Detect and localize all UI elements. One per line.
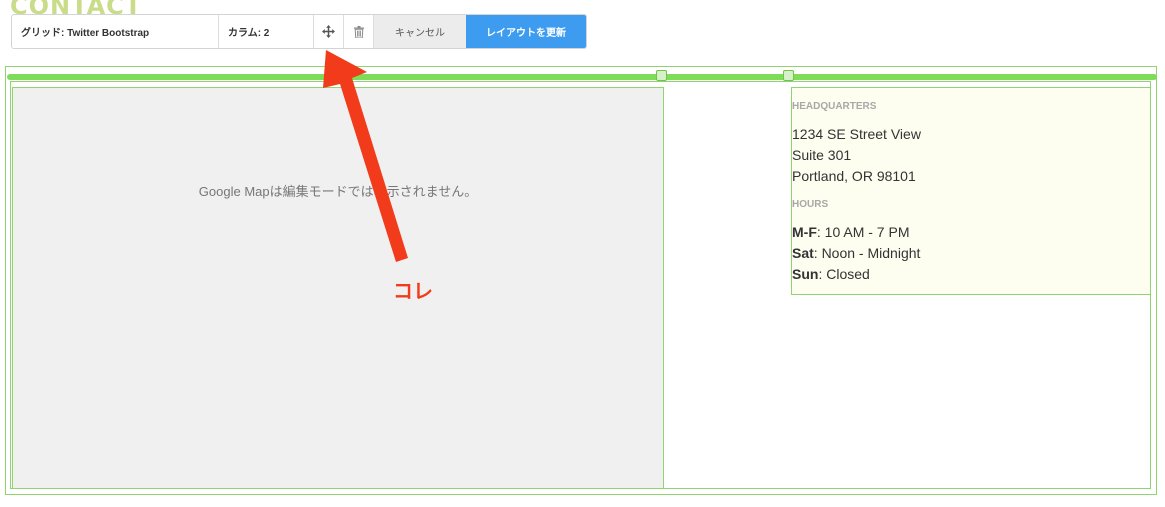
- cancel-button[interactable]: キャンセル: [374, 15, 466, 48]
- column-resize-handle[interactable]: [656, 70, 667, 81]
- row-resize-bar[interactable]: [7, 74, 1157, 80]
- hours-line: M-F: 10 AM - 7 PM: [792, 224, 909, 240]
- contact-info-column[interactable]: HEADQUARTERS 1234 SE Street View Suite 3…: [791, 87, 1151, 295]
- hours-day: Sun: [792, 266, 819, 282]
- grid-selector[interactable]: グリッド: Twitter Bootstrap: [12, 15, 219, 48]
- map-placeholder-text: Google Mapは編集モードでは表示されません。: [198, 184, 478, 199]
- trash-icon: [353, 25, 364, 38]
- hours-day: M-F: [792, 224, 817, 240]
- column-resize-handle[interactable]: [783, 70, 794, 81]
- column-count-selector[interactable]: カラム: 2: [219, 15, 314, 48]
- address-line: Portland, OR 98101: [792, 168, 916, 184]
- hours-line: Sat: Noon - Midnight: [792, 245, 920, 261]
- address-line: Suite 301: [792, 147, 852, 163]
- move-button[interactable]: [314, 15, 344, 48]
- delete-button[interactable]: [344, 15, 374, 48]
- hours-line: Sun: Closed: [792, 266, 870, 282]
- hours-day: Sat: [792, 245, 814, 261]
- layout-toolbar: グリッド: Twitter Bootstrap カラム: 2 キャンセル レイア…: [11, 14, 587, 49]
- hours-heading: HOURS: [792, 199, 829, 210]
- address-line: 1234 SE Street View: [792, 126, 921, 142]
- hours-time: : Noon - Midnight: [813, 245, 921, 261]
- headquarters-heading: HEADQUARTERS: [792, 101, 877, 112]
- hours-time: : 10 AM - 7 PM: [816, 224, 910, 240]
- map-column[interactable]: Google Mapは編集モードでは表示されません。: [12, 87, 664, 489]
- hours-time: : Closed: [818, 266, 870, 282]
- annotation-label: コレ: [393, 279, 433, 303]
- move-arrows-icon: [322, 25, 335, 38]
- update-layout-button[interactable]: レイアウトを更新: [466, 15, 586, 48]
